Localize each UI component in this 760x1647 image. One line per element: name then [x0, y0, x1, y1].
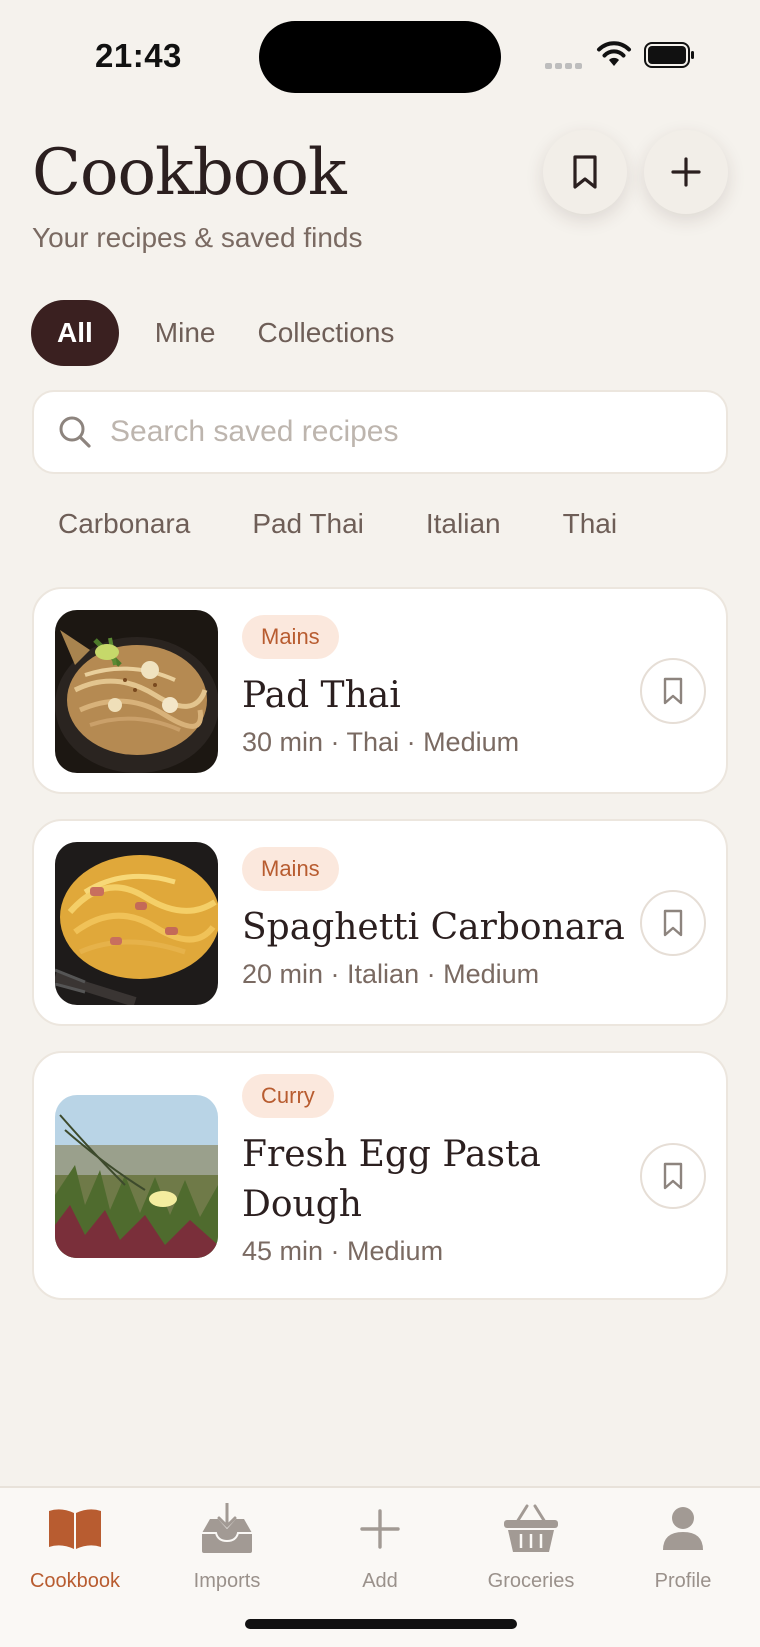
tabbar-label: Profile — [654, 1570, 712, 1592]
category-badge: Mains — [242, 847, 339, 891]
bookmark-button[interactable] — [640, 1143, 706, 1209]
recipe-info: Mains Spaghetti Carbonara 20 min · Itali… — [242, 847, 625, 990]
header: Cookbook Your recipes & saved finds — [32, 128, 728, 268]
recipe-title: Spaghetti Carbonara — [242, 907, 625, 948]
bookmark-icon — [663, 909, 683, 937]
tabbar-item-add[interactable]: Add — [305, 1498, 455, 1593]
status-time: 21:43 — [95, 37, 182, 74]
category-badge: Curry — [242, 1074, 334, 1118]
book-icon — [47, 1498, 103, 1560]
cellular-signal-icon — [545, 56, 585, 69]
search-bar[interactable] — [32, 390, 728, 474]
recipe-thumbnail — [55, 610, 218, 773]
saved-bookmarks-button[interactable] — [543, 130, 627, 214]
tabbar-item-groceries[interactable]: Groceries — [456, 1498, 606, 1593]
recipe-card-pad-thai[interactable]: Mains Pad Thai 30 min · Thai · Medium — [32, 587, 728, 794]
category-badge: Mains — [242, 615, 339, 659]
plus-icon — [360, 1498, 400, 1560]
recipe-info: Mains Pad Thai 30 min · Thai · Medium — [242, 615, 519, 758]
search-icon — [59, 416, 91, 448]
tabbar-item-profile[interactable]: Profile — [608, 1498, 758, 1593]
chip-pad-thai[interactable]: Pad Thai — [252, 508, 364, 540]
page-subtitle: Your recipes & saved finds — [32, 222, 363, 253]
recipe-thumbnail — [55, 842, 218, 1005]
tab-all[interactable]: All — [31, 300, 119, 366]
bookmark-icon — [573, 155, 597, 189]
tabbar-label: Groceries — [487, 1570, 575, 1592]
chip-thai[interactable]: Thai — [563, 508, 617, 540]
bookmark-icon — [663, 1162, 683, 1190]
recipe-meta: 30 min · Thai · Medium — [242, 727, 520, 757]
tab-collections[interactable]: Collections — [257, 300, 394, 366]
recent-search-chips: Carbonara Pad Thai Italian Thai — [58, 508, 679, 540]
tabbar-item-imports[interactable]: Imports — [152, 1498, 302, 1593]
tabbar-item-cookbook[interactable]: Cookbook — [0, 1498, 150, 1593]
wifi-icon — [596, 40, 632, 73]
chip-carbonara[interactable]: Carbonara — [58, 508, 190, 540]
recipe-meta: 20 min · Italian · Medium — [242, 959, 540, 989]
person-icon — [661, 1498, 705, 1560]
recipe-card-fresh-egg-pasta-dough[interactable]: Curry Fresh Egg Pasta Dough 45 min · Med… — [32, 1051, 728, 1300]
plus-icon — [671, 157, 701, 187]
tabbar-label: Cookbook — [29, 1570, 121, 1592]
basket-icon — [503, 1498, 559, 1560]
recipe-title: Fresh Egg Pasta Dough — [242, 1134, 541, 1225]
home-indicator — [245, 1619, 517, 1629]
status-bar: 21:43 — [0, 0, 760, 110]
battery-icon — [644, 42, 696, 73]
dynamic-island — [259, 21, 501, 93]
tabbar-label: Add — [362, 1570, 398, 1592]
inbox-download-icon — [200, 1498, 254, 1560]
bookmark-button[interactable] — [640, 890, 706, 956]
recipe-card-spaghetti-carbonara[interactable]: Mains Spaghetti Carbonara 20 min · Itali… — [32, 819, 728, 1026]
bookmark-icon — [663, 677, 683, 705]
recipe-thumbnail — [55, 1095, 218, 1258]
search-input[interactable] — [110, 415, 670, 449]
recipe-info: Curry Fresh Egg Pasta Dough 45 min · Med… — [242, 1074, 542, 1267]
tabbar-label: Imports — [193, 1570, 261, 1592]
filter-tabs: All Mine Collections — [31, 300, 436, 366]
tab-mine[interactable]: Mine — [155, 300, 216, 366]
chip-italian[interactable]: Italian — [426, 508, 501, 540]
add-recipe-button[interactable] — [644, 130, 728, 214]
bookmark-button[interactable] — [640, 658, 706, 724]
recipe-meta: 45 min · Medium — [242, 1236, 444, 1266]
recipe-title: Pad Thai — [242, 675, 401, 716]
